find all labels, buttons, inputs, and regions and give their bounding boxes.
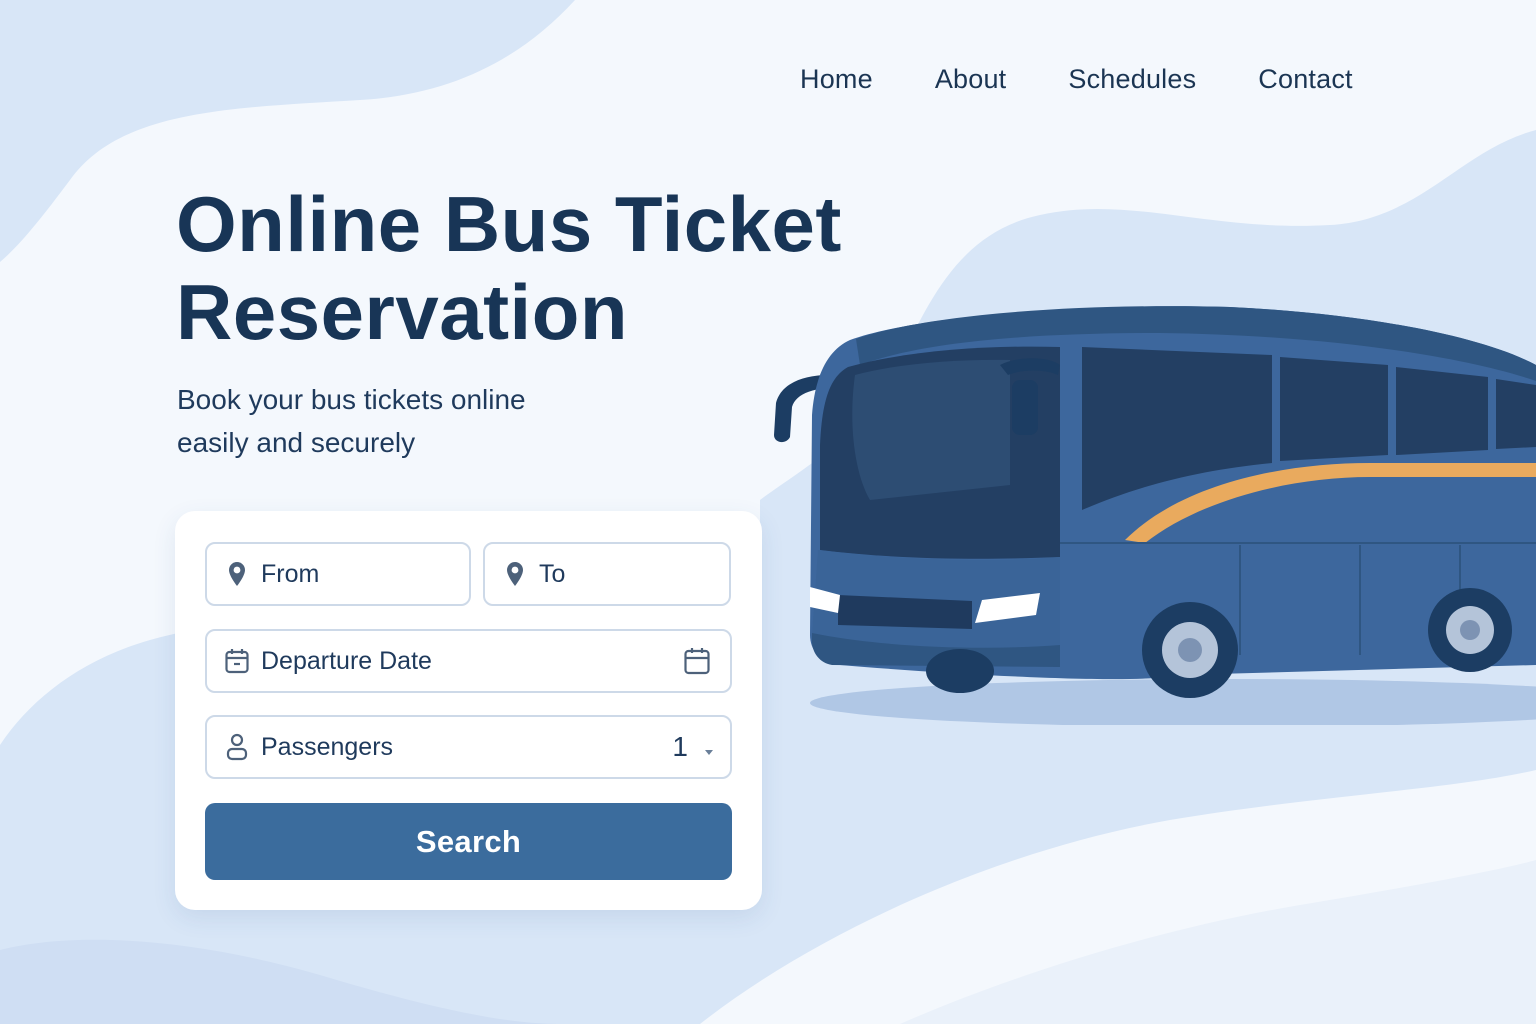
calendar-picker-icon[interactable]	[684, 647, 712, 675]
passengers-field[interactable]: Passengers 1	[205, 715, 732, 779]
search-card: From To Departure Date Passengers 1 Sear…	[175, 511, 762, 910]
to-field[interactable]: To	[483, 542, 731, 606]
hero-title: Online Bus Ticket Reservation	[176, 180, 842, 356]
departure-date-label: Departure Date	[261, 646, 432, 675]
chevron-down-icon[interactable]	[704, 744, 714, 755]
main-nav: Home About Schedules Contact	[800, 62, 1353, 97]
from-label: From	[261, 559, 320, 588]
map-pin-icon	[503, 560, 527, 588]
nav-about[interactable]: About	[935, 62, 1007, 97]
nav-schedules[interactable]: Schedules	[1068, 62, 1196, 97]
passengers-label: Passengers	[261, 732, 394, 761]
from-field[interactable]: From	[205, 542, 471, 606]
departure-date-field[interactable]: Departure Date	[205, 629, 732, 693]
to-label: To	[539, 559, 566, 588]
nav-contact[interactable]: Contact	[1258, 62, 1352, 97]
person-icon	[225, 733, 249, 761]
hero-subtitle: Book your bus tickets online easily and …	[177, 384, 526, 458]
search-button[interactable]: Search	[205, 803, 732, 880]
passengers-count[interactable]: 1	[672, 731, 688, 763]
nav-home[interactable]: Home	[800, 62, 873, 97]
bus-illustration	[774, 306, 1536, 725]
calendar-icon	[225, 647, 249, 675]
map-pin-icon	[225, 560, 249, 588]
